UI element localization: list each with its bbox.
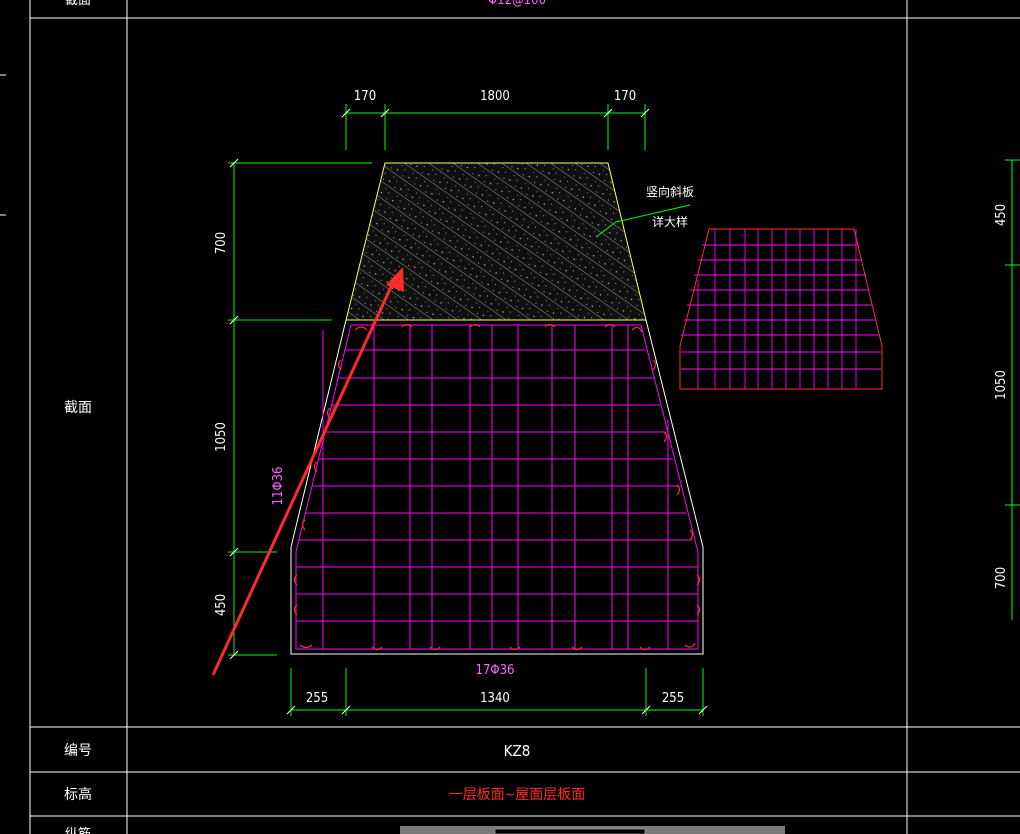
annotation-arrow: [211, 267, 404, 676]
table-grid: [0, 0, 1020, 834]
left-dim-top: 700: [214, 232, 229, 254]
top-row-label: 截面: [65, 0, 91, 8]
detail-sketch: [679, 228, 883, 390]
top-dim-left: 170: [354, 89, 376, 104]
id-row-value: KZ8: [504, 742, 531, 760]
callout-line-1: 竖向斜板: [646, 184, 694, 199]
cad-drawing: 截面 Φ12@100 截面 编号 KZ8 标高 一层板面~屋面层板面 纵筋: [0, 0, 1020, 834]
bottom-dim-middle: 1340: [480, 691, 510, 706]
dimension-lines: [228, 104, 1020, 716]
bottom-dim-left: 255: [306, 691, 328, 706]
bottom-row-label: 纵筋: [65, 826, 91, 834]
right-dim-top: 450: [994, 204, 1009, 226]
bottom-rebar-label: 17Φ36: [476, 663, 515, 678]
rebar-grid: [295, 324, 699, 650]
bottom-dim-right: 255: [662, 691, 684, 706]
top-dim-middle: 1800: [480, 89, 510, 104]
elev-row-value: 一层板面~屋面层板面: [449, 787, 586, 803]
left-dim-middle: 1050: [214, 422, 229, 452]
bottom-row-cell-graphic-inner: [494, 828, 646, 834]
side-rebar-label: 11Φ36: [271, 467, 286, 506]
top-dim-right: 170: [614, 89, 636, 104]
rebar-hooks: [293, 323, 701, 651]
section-row-label: 截面: [64, 400, 92, 416]
left-dim-bottom: 450: [214, 594, 229, 616]
sloped-slab-hatch: [345, 162, 647, 321]
top-row-value: Φ12@100: [488, 0, 546, 8]
callout-line-2: 详大样: [652, 214, 688, 229]
elev-row-label: 标高: [64, 786, 92, 803]
id-row-label: 编号: [64, 743, 92, 759]
right-dim-bottom: 700: [994, 567, 1009, 589]
right-dim-middle: 1050: [994, 370, 1009, 400]
